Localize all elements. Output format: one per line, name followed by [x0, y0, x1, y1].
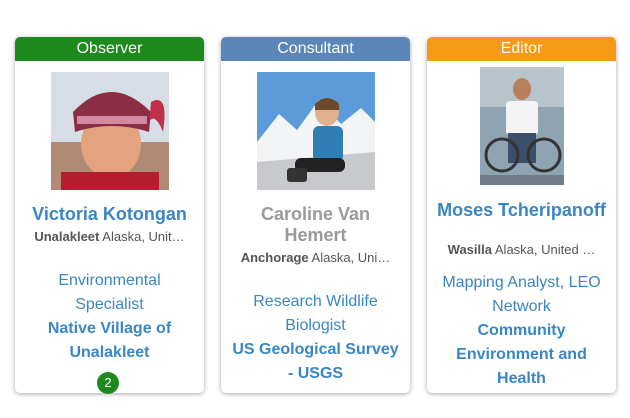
profile-organization[interactable]: Native Village of Unalakleet [23, 317, 196, 365]
profile-card-observer[interactable]: Observer Victoria Kotongan Unalakleet Al… [15, 37, 204, 394]
count-badge: 2 [97, 372, 119, 394]
profile-photo[interactable] [256, 72, 375, 190]
profile-title: Environmental Specialist [58, 272, 161, 313]
profile-title: Mapping Analyst, LEO Network [442, 274, 601, 315]
location-city: Unalakleet [34, 229, 100, 244]
profile-location: Anchorage Alaska, Uni… [233, 250, 398, 265]
profile-name[interactable]: Victoria Kotongan [23, 204, 196, 225]
location-region: Alaska, Unit… [102, 229, 185, 244]
role-header: Observer [15, 37, 204, 61]
profile-location: Wasilla Alaska, United … [439, 242, 604, 257]
profile-organization[interactable]: US Geological Survey - USGS [229, 338, 402, 386]
profile-card-consultant[interactable]: Consultant Caroline Van Hemert Anchorage… [221, 37, 410, 393]
role-header: Consultant [221, 37, 410, 61]
location-city: Wasilla [447, 242, 492, 257]
profile-name[interactable]: Moses Tcheripanoff [435, 200, 608, 221]
profile-photo[interactable] [479, 67, 564, 185]
role-header: Editor [427, 37, 616, 61]
location-city: Anchorage [240, 250, 309, 265]
location-region: Alaska, Uni… [311, 250, 391, 265]
profile-photo[interactable] [50, 72, 169, 190]
profile-card-editor[interactable]: Editor Moses Tcheripanoff Wasilla Alaska… [427, 37, 616, 393]
profile-title: Research Wildlife Biologist [253, 293, 378, 334]
profile-organization[interactable]: Community Environment and Health [435, 319, 608, 391]
profile-location: Unalakleet Alaska, Unit… [27, 229, 192, 244]
profile-name[interactable]: Caroline Van Hemert [229, 204, 402, 246]
location-region: Alaska, United … [494, 242, 596, 257]
